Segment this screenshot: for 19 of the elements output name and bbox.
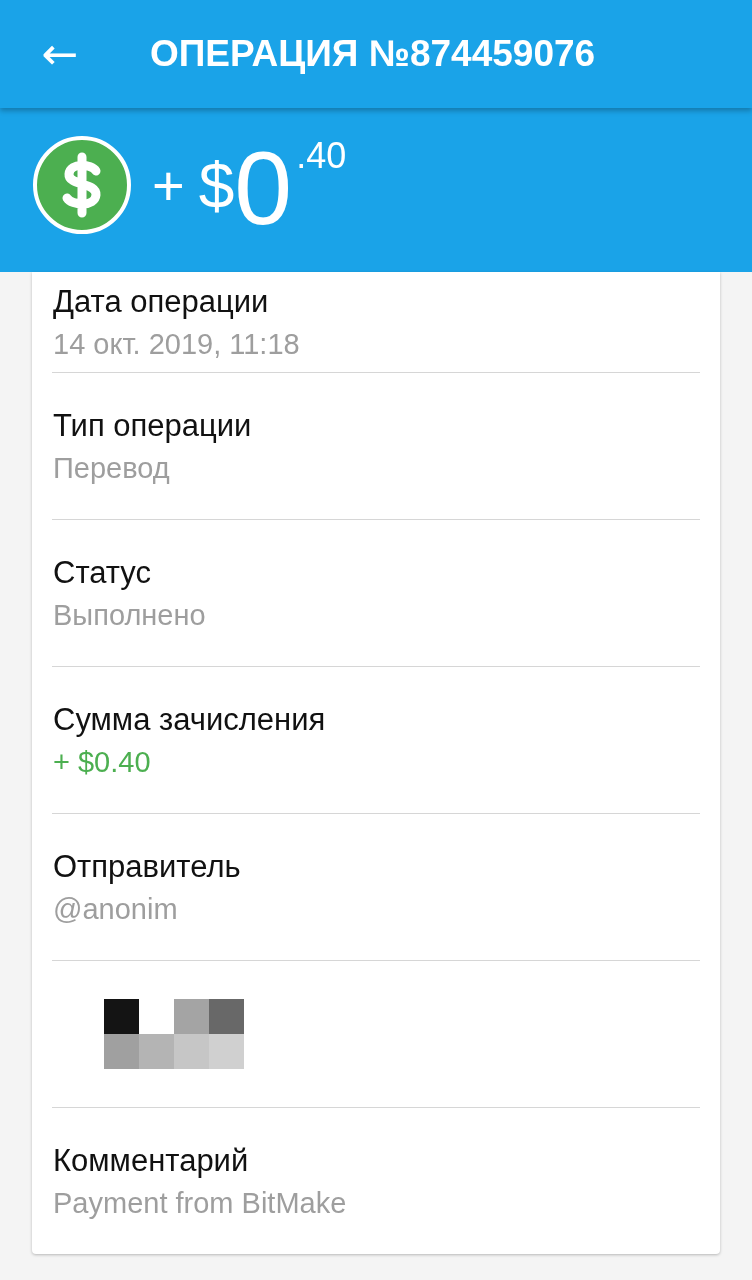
back-button[interactable]: ← [36, 32, 84, 76]
detail-label: Отправитель [53, 848, 242, 885]
detail-value: Выполнено [53, 598, 207, 632]
detail-value: 14 окт. 2019, 11:18 [53, 327, 301, 361]
screen-title: ОПЕРАЦИЯ №874459076 [150, 33, 596, 75]
detail-label: Статус [53, 554, 152, 591]
detail-label: Комментарий [53, 1142, 250, 1179]
detail-value: Перевод [53, 451, 171, 485]
detail-value: Payment from BitMake [53, 1186, 348, 1220]
detail-value: + $0.40 [53, 745, 152, 779]
amount-whole: 0 [234, 136, 293, 240]
detail-label: Дата операции [53, 283, 270, 320]
dollar-coin-icon [32, 135, 132, 235]
amount-fraction: .40 [296, 138, 347, 174]
detail-value: @anonim [53, 892, 179, 926]
detail-label: Сумма зачисления [53, 701, 327, 738]
detail-label: Тип операции [53, 407, 253, 444]
amount-sign: + [152, 158, 185, 214]
amount-currency: $ [198, 154, 235, 218]
